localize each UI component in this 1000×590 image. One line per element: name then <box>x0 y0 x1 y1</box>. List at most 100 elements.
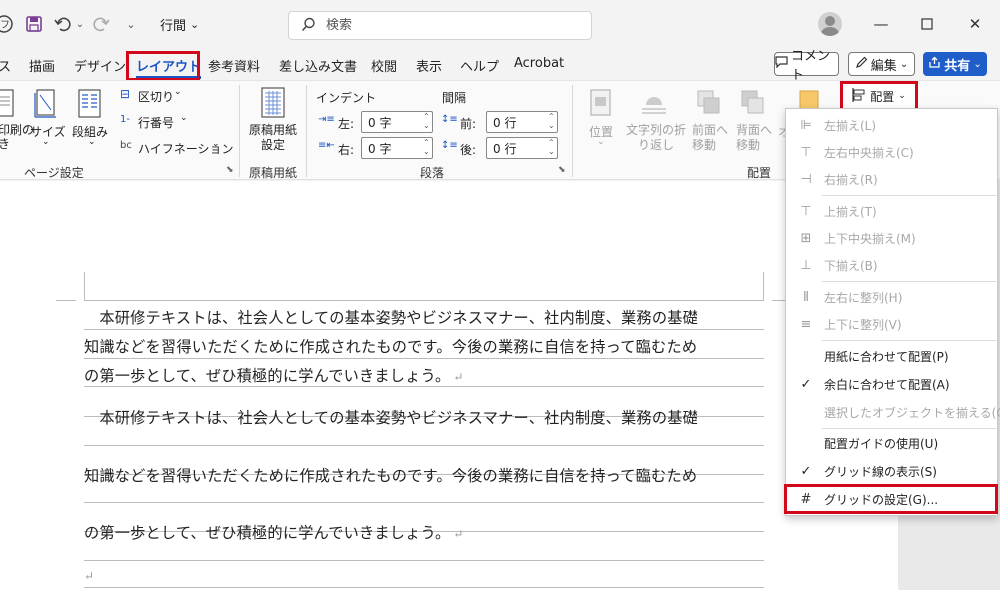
menu-item-label: 左右に整列(H) <box>824 290 903 305</box>
document-text-line[interactable]: 本研修テキストは、社会人としての基本姿勢やビジネスマナー、社内制度、業務の基礎 <box>84 306 764 328</box>
margin-guide-top <box>56 300 76 301</box>
search-input[interactable] <box>326 18 566 33</box>
menu-item-view-gridlines[interactable]: ✓ グリッド線の表示(S) <box>786 458 997 484</box>
orientation-label[interactable]: 印刷の き <box>0 123 34 151</box>
document-text-line[interactable]: の第一歩として、ぜひ積極的に学んでいきましょう。 ↵ <box>84 364 764 386</box>
tab-view[interactable]: 表示 <box>416 56 442 75</box>
tab-draw[interactable]: 描画 <box>29 56 55 75</box>
layout-tab-highlight <box>126 51 200 81</box>
align-bottom-icon: ⊥ <box>800 257 812 273</box>
tab-design[interactable]: デザイン <box>74 56 126 75</box>
send-backward-label[interactable]: 背面へ 移動 <box>736 123 772 153</box>
chevron-down-icon: ⌄ <box>88 137 96 147</box>
maximize-icon[interactable] <box>912 12 942 36</box>
orientation-icon[interactable] <box>0 89 16 122</box>
menu-item-align-top[interactable]: ⊤ 上揃え(T) <box>786 198 997 224</box>
line-numbers-icon: 1- <box>120 114 130 125</box>
search-box[interactable] <box>288 11 592 40</box>
manuscript-button[interactable]: 原稿用紙 設定 <box>249 123 297 153</box>
manuscript-icon[interactable] <box>261 87 285 122</box>
save-icon[interactable] <box>22 12 46 36</box>
menu-item-align-left[interactable]: ⊫ 左揃え(L) <box>786 112 997 138</box>
editing-mode-button[interactable]: 編集 ⌄ <box>848 52 915 76</box>
share-button[interactable]: 共有 ⌄ <box>923 52 987 76</box>
menu-item-align-selected[interactable]: 選択したオブジェクトを揃える(O) <box>786 399 1000 425</box>
menu-item-use-alignment-guides[interactable]: 配置ガイドの使用(U) <box>786 430 997 456</box>
pencil-icon <box>855 56 868 73</box>
document-text-line[interactable]: の第一歩として、ぜひ積極的に学んでいきましょう。 ↵ <box>84 521 764 543</box>
menu-item-label: 上揃え(T) <box>824 204 877 219</box>
paragraph-mark: ↵ <box>453 370 464 384</box>
spacing-before-input[interactable]: 0 行 <box>486 111 558 133</box>
svg-text:フ: フ <box>0 20 10 31</box>
dialog-launcher-icon[interactable]: ⬊ <box>558 165 566 175</box>
indent-left-input[interactable]: 0 字 <box>361 111 433 133</box>
hyphenation-icon: bc <box>120 140 132 151</box>
align-top-icon: ⊤ <box>800 203 812 219</box>
dialog-launcher-icon[interactable]: ⬊ <box>226 165 234 175</box>
tab-insert[interactable]: ス <box>0 56 11 75</box>
undo-dropdown-icon[interactable]: ⌄ <box>74 12 86 36</box>
wrap-text-label[interactable]: 文字列の折 り返し <box>626 123 686 153</box>
document-text-line[interactable]: 知識などを習得いただくために作成されたものです。今後の業務に自信を持って臨むため <box>84 464 764 486</box>
menu-item-align-right[interactable]: ⊣ 右揃え(R) <box>786 166 997 192</box>
search-icon <box>301 17 316 35</box>
arrange-group-label: 配置 <box>747 166 772 180</box>
document-text-line[interactable]: 知識などを習得いただくために作成されたものです。今後の業務に自信を持って臨むため <box>84 335 764 357</box>
menu-divider <box>822 281 996 282</box>
chevron-down-icon: ⌄ <box>899 58 909 70</box>
position-icon[interactable] <box>590 89 612 120</box>
size-icon[interactable] <box>34 89 58 122</box>
comment-icon <box>775 56 788 72</box>
file-title-text: 行間 <box>160 19 187 34</box>
tab-help[interactable]: ヘルプ <box>460 56 499 75</box>
align-dropdown-button[interactable]: 配置 ⌄ <box>840 81 918 111</box>
indent-right-input[interactable]: 0 字 <box>361 137 433 159</box>
menu-item-label: 左右中央揃え(C) <box>824 145 914 160</box>
menu-item-align-middle[interactable]: ⊞ 上下中央揃え(M) <box>786 225 997 251</box>
menu-item-align-to-margin[interactable]: ✓ 余白に合わせて配置(A) <box>786 371 997 397</box>
grid-line <box>84 386 764 387</box>
tab-acrobat[interactable]: Acrobat <box>514 56 564 71</box>
menu-item-distribute-horizontal[interactable]: ⫴ 左右に整列(H) <box>786 284 997 310</box>
avatar[interactable] <box>818 12 842 36</box>
file-title[interactable]: 行間 ⌄ <box>160 15 199 34</box>
bring-forward-icon[interactable] <box>696 89 722 120</box>
menu-item-align-bottom[interactable]: ⊥ 下揃え(B) <box>786 252 997 278</box>
manuscript-group-label: 原稿用紙 <box>249 166 298 180</box>
autosave-toggle-icon[interactable]: フ <box>0 12 14 36</box>
margin-guide-right <box>763 272 764 300</box>
undo-icon[interactable] <box>52 12 74 36</box>
grid-line <box>84 445 764 446</box>
columns-icon[interactable] <box>78 89 102 122</box>
spacing-after-input[interactable]: 0 行 <box>486 137 558 159</box>
menu-divider <box>822 195 996 196</box>
menu-item-label: 選択したオブジェクトを揃える(O) <box>824 405 1000 420</box>
menu-item-align-center[interactable]: ⊤ 左右中央揃え(C) <box>786 139 997 165</box>
close-icon[interactable]: ✕ <box>960 12 990 36</box>
line-numbers-button[interactable]: 行番号 <box>138 114 174 131</box>
document-text-line[interactable]: 本研修テキストは、社会人としての基本姿勢やビジネスマナー、社内制度、業務の基礎 <box>84 406 764 428</box>
tab-references[interactable]: 参考資料 <box>208 56 260 75</box>
line-text: 本研修テキストは、社会人としての基本姿勢やビジネスマナー、社内制度、業務の基礎 <box>84 409 698 427</box>
indent-left-label: 左: <box>338 117 355 131</box>
grid-line <box>84 502 764 503</box>
align-menu: ⊫ 左揃え(L) ⊤ 左右中央揃え(C) ⊣ 右揃え(R) ⊤ 上揃え(T) ⊞… <box>785 108 1000 516</box>
tab-mailings[interactable]: 差し込み文書 <box>279 56 357 75</box>
comment-button[interactable]: コメント <box>774 49 839 83</box>
group-divider <box>239 85 240 177</box>
tab-review[interactable]: 校閲 <box>371 56 397 75</box>
spacing-before-label: 前: <box>460 117 477 131</box>
document-text-line[interactable]: ↵ <box>84 566 764 584</box>
menu-item-align-to-page[interactable]: 用紙に合わせて配置(P) <box>786 343 997 369</box>
minimize-icon[interactable]: — <box>866 12 896 36</box>
redo-icon[interactable] <box>90 12 112 36</box>
send-backward-icon[interactable] <box>740 89 766 120</box>
wrap-text-icon[interactable] <box>641 89 667 120</box>
grid-line <box>84 300 764 301</box>
customize-qat-icon[interactable]: ⌄ <box>124 12 138 36</box>
menu-item-distribute-vertical[interactable]: ≡ 上下に整列(V) <box>786 311 997 337</box>
bring-forward-label[interactable]: 前面へ 移動 <box>692 123 728 153</box>
breaks-button[interactable]: 区切り <box>138 88 174 105</box>
menu-item-label: 用紙に合わせて配置(P) <box>824 349 949 364</box>
